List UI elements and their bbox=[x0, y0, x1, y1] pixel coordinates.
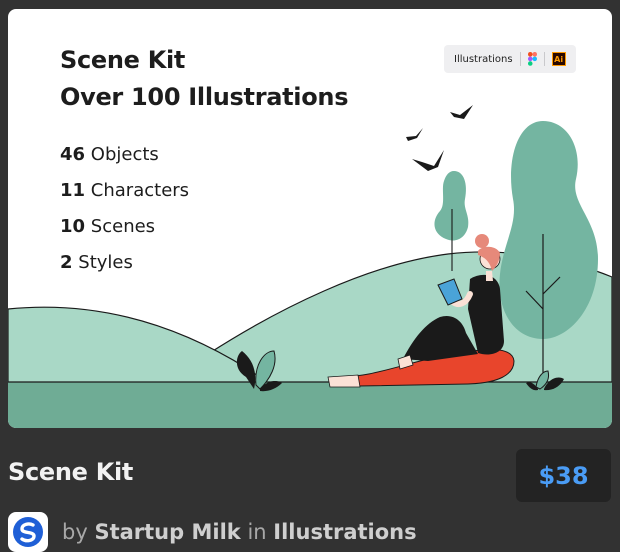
author-avatar[interactable] bbox=[8, 512, 48, 552]
bird bbox=[450, 105, 473, 119]
byline-in: in bbox=[247, 520, 267, 544]
stat-characters: 11 Characters bbox=[60, 180, 190, 201]
byline: by Startup Milk in Illustrations bbox=[62, 520, 417, 544]
author-row: by Startup Milk in Illustrations bbox=[8, 512, 417, 552]
stat-objects: 46 Objects bbox=[60, 144, 159, 165]
ground bbox=[8, 382, 612, 428]
badge-label: Illustrations bbox=[454, 53, 513, 65]
hero-title: Scene Kit Over 100 Illustrations bbox=[60, 42, 348, 116]
bird bbox=[412, 150, 444, 171]
badge-divider bbox=[519, 52, 521, 66]
bird bbox=[406, 128, 423, 141]
stat-scenes: 10 Scenes bbox=[60, 216, 156, 237]
stats-list: 46 Objects 11 Characters 10 Scenes 2 Sty… bbox=[60, 137, 189, 281]
author-link[interactable]: Startup Milk bbox=[94, 520, 240, 544]
tools-badge: Illustrations Ai bbox=[444, 45, 576, 73]
illustrator-icon: Ai bbox=[551, 52, 566, 66]
price-button[interactable]: $38 bbox=[516, 449, 611, 502]
byline-by: by bbox=[62, 520, 88, 544]
hero-title-line2: Over 100 Illustrations bbox=[60, 83, 349, 111]
badge-divider bbox=[543, 52, 545, 66]
small-tree bbox=[434, 171, 469, 241]
big-tree bbox=[499, 121, 598, 339]
product-title[interactable]: Scene Kit bbox=[8, 458, 133, 486]
startup-milk-logo-icon bbox=[13, 517, 43, 547]
stat-styles: 2 Styles bbox=[60, 252, 133, 273]
preview-image[interactable]: Scene Kit Over 100 Illustrations 46 Obje… bbox=[8, 9, 612, 428]
hero-title-line1: Scene Kit bbox=[60, 46, 186, 74]
figma-icon bbox=[527, 52, 537, 66]
category-link[interactable]: Illustrations bbox=[273, 520, 416, 544]
